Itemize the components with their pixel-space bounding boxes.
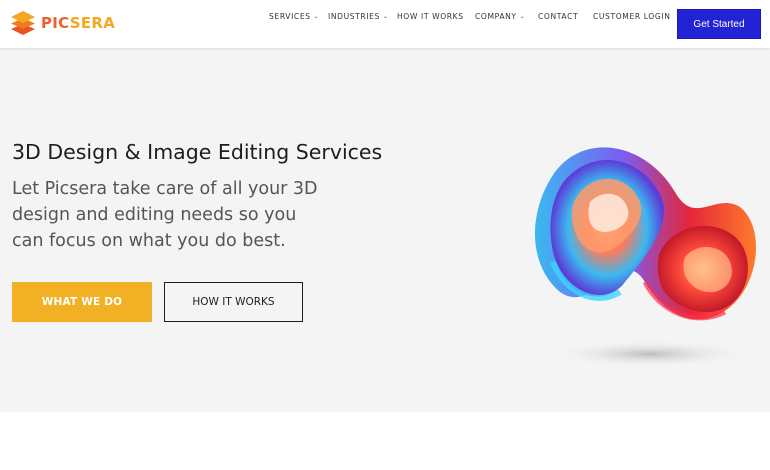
- how-it-works-button[interactable]: HOW IT WORKS: [164, 282, 303, 322]
- site-header: PICSERA SERVICES ⌄ INDUSTRIES ⌄ HOW IT WOR…: [0, 0, 770, 48]
- hero-subtitle: Let Picsera take care of all your 3D des…: [12, 179, 318, 251]
- logo[interactable]: PICSERA: [10, 10, 115, 36]
- chevron-down-icon: ⌄: [313, 13, 320, 20]
- nav-item-customer-login[interactable]: CUSTOMER LOGIN: [593, 12, 670, 21]
- chevron-down-icon: ⌄: [519, 13, 526, 20]
- chevron-down-icon: ⌄: [382, 13, 389, 20]
- get-started-button[interactable]: Get Started: [677, 9, 761, 39]
- nav-item-industries[interactable]: INDUSTRIES ⌄: [328, 12, 389, 21]
- hero-section: 3D Design & Image Editing Services Let P…: [0, 48, 770, 412]
- nav-item-how-it-works[interactable]: HOW IT WORKS: [397, 12, 464, 21]
- nav-item-label: CUSTOMER LOGIN: [593, 12, 671, 21]
- stacked-layers-icon: [11, 11, 35, 35]
- logo-text-sera: SERA: [69, 13, 116, 32]
- nav-item-label: HOW IT WORKS: [397, 12, 464, 21]
- logo-wordmark: PICSERA: [41, 13, 116, 32]
- nav-item-contact[interactable]: CONTACT: [538, 12, 578, 21]
- abstract-3d-ribbon-illustration: [535, 147, 757, 368]
- nav-item-label: COMPANY: [475, 12, 517, 21]
- nav-item-company[interactable]: COMPANY ⌄: [475, 12, 525, 21]
- logo-text-pic: PIC: [41, 13, 70, 32]
- nav-item-services[interactable]: SERVICES ⌄: [269, 12, 319, 21]
- nav-item-label: INDUSTRIES: [328, 12, 380, 21]
- nav-item-label: CONTACT: [538, 12, 579, 21]
- what-we-do-button[interactable]: WHAT WE DO: [12, 282, 152, 322]
- hero-title: 3D Design & Image Editing Services: [12, 140, 383, 164]
- nav-item-label: SERVICES: [269, 12, 311, 21]
